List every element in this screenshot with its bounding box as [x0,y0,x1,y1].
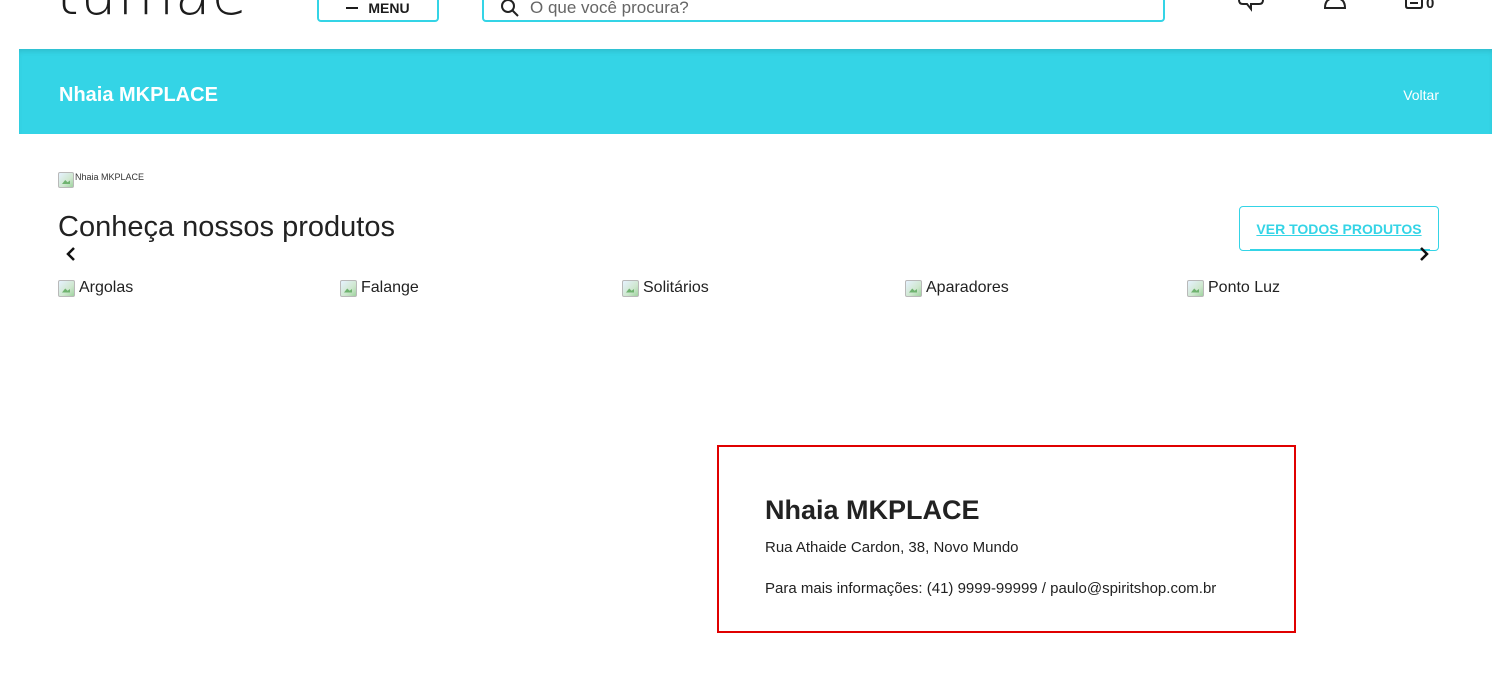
chevron-left-icon [66,247,75,261]
broken-image-icon [622,279,639,297]
store-image: Nhaia MKPLACE [58,172,144,188]
banner-title: Nhaia MKPLACE [59,84,218,106]
cart-count: 0 [1426,0,1435,12]
search-input[interactable] [530,0,1130,18]
broken-image-icon [1187,279,1204,297]
broken-image-icon [58,279,75,297]
category-label: Falange [361,279,419,296]
category-item[interactable]: Ponto Luz [1187,279,1280,297]
carousel-prev-arrow[interactable] [62,245,80,263]
search-icon [501,0,519,17]
category-label: Argolas [79,279,134,296]
site-logo[interactable]: tumae [56,0,248,24]
category-item[interactable]: Solitários [622,279,709,297]
store-info-card: Nhaia MKPLACE Rua Athaide Cardon, 38, No… [717,445,1296,633]
user-icon[interactable] [1322,0,1348,12]
broken-image-icon [58,172,74,188]
category-label: Solitários [643,279,709,296]
store-image-alt: Nhaia MKPLACE [75,172,145,182]
store-contact: Para mais informações: (41) 9999-99999 /… [765,580,1217,597]
hamburger-icon [346,7,359,9]
back-link[interactable]: Voltar [1403,87,1439,103]
broken-image-icon [340,279,357,297]
products-section-title: Conheça nossos produtos [58,211,395,243]
category-label: Aparadores [926,279,1009,296]
category-carousel: Argolas Falange Solitários Aparadores Po… [58,279,1458,301]
carousel-next-arrow[interactable] [1415,245,1433,263]
broken-image-icon [905,279,922,297]
cart-button[interactable]: 0 [1404,0,1434,12]
category-label: Ponto Luz [1208,279,1281,296]
search-box[interactable] [482,0,1165,22]
site-header: tumae MENU 0 [0,0,1509,50]
see-all-products-button[interactable]: VER TODOS PRODUTOS [1239,206,1439,251]
store-name: Nhaia MKPLACE [765,495,980,525]
category-item[interactable]: Argolas [58,279,133,297]
see-all-underline [1250,249,1430,250]
cart-icon [1405,0,1423,9]
menu-button[interactable]: MENU [317,0,439,22]
store-address: Rua Athaide Cardon, 38, Novo Mundo [765,539,1019,556]
category-item[interactable]: Aparadores [905,279,1009,297]
chat-icon[interactable] [1237,0,1265,12]
menu-button-label: MENU [368,0,410,16]
store-banner: Nhaia MKPLACE Voltar [19,49,1492,134]
category-item[interactable]: Falange [340,279,419,297]
chevron-right-icon [1420,247,1429,261]
